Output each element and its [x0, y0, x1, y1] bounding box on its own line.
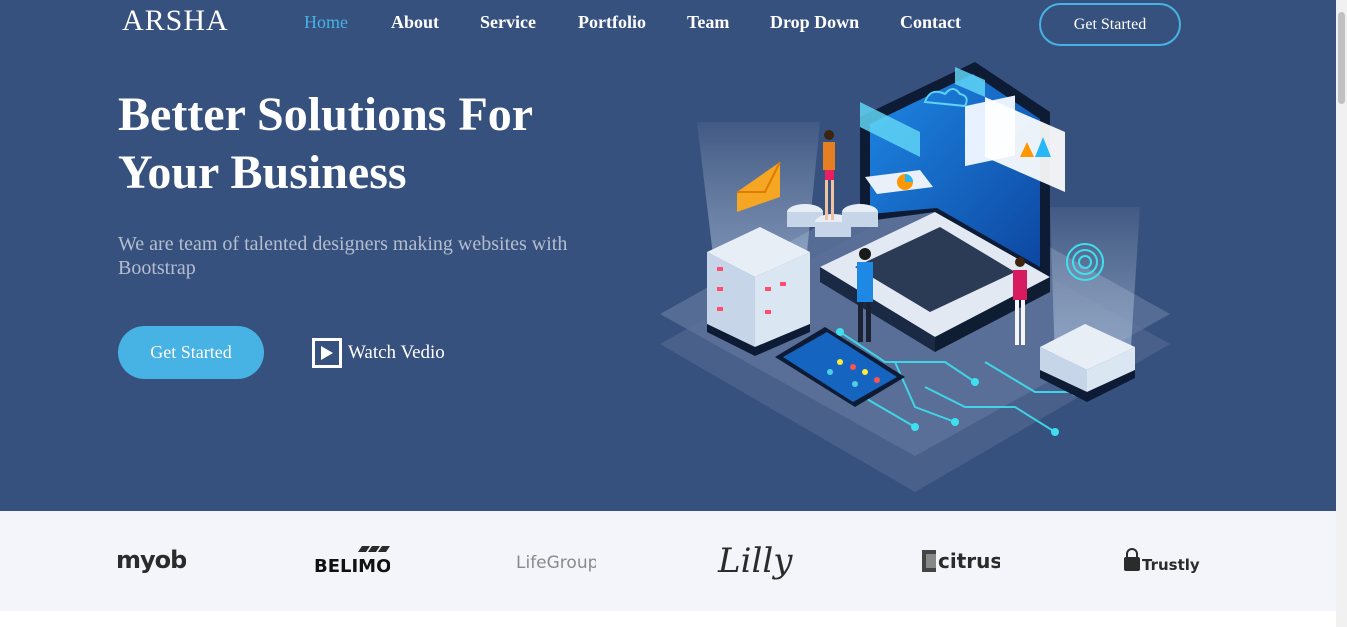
hero-subtitle: We are team of talented designers making… — [118, 233, 568, 279]
client-logo-belimo[interactable]: BELIMO — [314, 511, 390, 611]
hero-title-line1: Better Solutions For — [118, 88, 534, 141]
watch-video-button[interactable]: Watch Vedio — [312, 337, 445, 368]
hero-title: Better Solutions For Your Business — [118, 86, 638, 202]
nav-contact[interactable]: Contact — [900, 12, 961, 33]
svg-text:LifeGroups: LifeGroups — [516, 553, 596, 573]
hero-title-line2: Your Business — [118, 146, 407, 199]
svg-text:Trustly: Trustly — [1142, 556, 1200, 574]
client-logo-citrus[interactable]: citrus — [920, 511, 1000, 611]
client-logo-trustly[interactable]: Trustly — [1122, 511, 1202, 611]
client-logo-lilly[interactable]: Lilly — [716, 511, 796, 611]
hero-section: ARSHA Home About Service Portfolio Team … — [0, 0, 1336, 511]
nav-team[interactable]: Team — [687, 12, 729, 33]
nav-service[interactable]: Service — [480, 12, 536, 33]
svg-text:BELIMO: BELIMO — [314, 556, 390, 576]
client-logo-lifegroups[interactable]: LifeGroups — [516, 511, 596, 611]
get-started-nav-button[interactable]: Get Started — [1039, 3, 1181, 46]
page-scrollbar[interactable] — [1336, 0, 1347, 627]
client-logo-myob[interactable]: myob — [116, 511, 186, 611]
nav-about[interactable]: About — [391, 12, 439, 33]
nav-portfolio[interactable]: Portfolio — [578, 12, 646, 33]
get-started-button[interactable]: Get Started — [118, 326, 264, 379]
watch-video-label: Watch Vedio — [348, 341, 445, 363]
scrollbar-thumb[interactable] — [1338, 12, 1345, 104]
svg-text:citrus: citrus — [938, 549, 1000, 573]
play-icon — [312, 337, 342, 368]
nav-dropdown[interactable]: Drop Down — [770, 12, 859, 33]
nav-home[interactable]: Home — [304, 12, 348, 33]
brand-logo[interactable]: ARSHA — [122, 4, 229, 38]
svg-text:myob: myob — [116, 546, 186, 574]
clients-bar: myob BELIMO LifeGroups Lilly citrus Trus… — [0, 511, 1336, 611]
svg-text:Lilly: Lilly — [717, 541, 793, 581]
isometric-laptop-illustration — [660, 62, 1170, 492]
